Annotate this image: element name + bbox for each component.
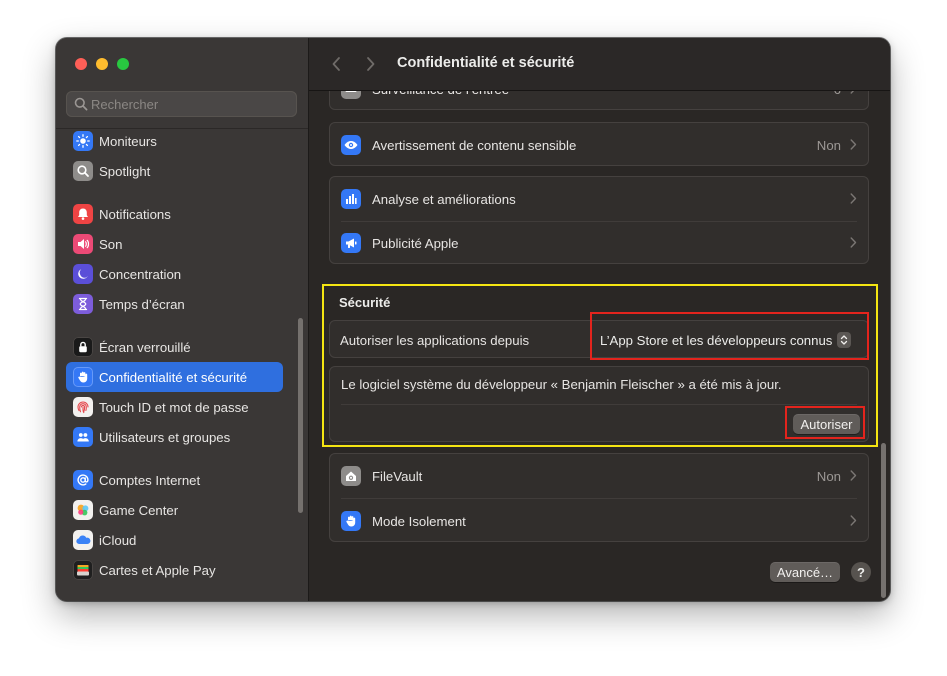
sidebar-item-label: Son <box>99 236 123 252</box>
chevron-right-icon <box>850 237 857 248</box>
search-icon <box>74 97 88 111</box>
sidebar: Moniteurs Spotlight Notifications <box>56 38 309 601</box>
sidebar-item-touch-id[interactable]: Touch ID et mot de passe <box>66 392 283 422</box>
traffic-lights <box>75 58 129 70</box>
sidebar-item-ecran-verrouille[interactable]: Écran verrouillé <box>66 332 283 362</box>
analytics-ads-card: Analyse et améliorations Publicité Apple <box>329 176 869 264</box>
sensitive-content-label: Avertissement de contenu sensible <box>372 137 577 153</box>
moon-icon <box>73 264 93 284</box>
sidebar-item-icloud[interactable]: iCloud <box>66 525 283 555</box>
sidebar-item-notifications[interactable]: Notifications <box>66 199 283 229</box>
sidebar-item-label: Moniteurs <box>99 133 157 149</box>
house-lock-icon <box>341 466 361 486</box>
speaker-icon <box>73 234 93 254</box>
sidebar-item-son[interactable]: Son <box>66 229 283 259</box>
help-button[interactable]: ? <box>851 562 871 582</box>
analytics-row[interactable]: Analyse et améliorations <box>330 177 868 221</box>
sidebar-item-label: Touch ID et mot de passe <box>99 399 249 415</box>
apple-ads-label: Publicité Apple <box>372 235 459 251</box>
sidebar-item-utilisateurs-groupes[interactable]: Utilisateurs et groupes <box>66 422 283 452</box>
sidebar-item-label: iCloud <box>99 532 137 548</box>
chevron-right-icon <box>850 470 857 481</box>
sidebar-item-temps-ecran[interactable]: Temps d’écran <box>66 289 283 319</box>
search-field[interactable] <box>66 91 297 117</box>
sidebar-item-comptes-internet[interactable]: Comptes Internet <box>66 465 283 495</box>
filevault-lockdown-card: FileVault Non Mode Isolement <box>329 453 869 542</box>
megaphone-icon <box>341 233 361 253</box>
at-icon <box>73 470 93 490</box>
users-icon <box>73 427 93 447</box>
sidebar-item-label: Cartes et Apple Pay <box>99 562 216 578</box>
wallet-icon <box>73 560 93 580</box>
sidebar-item-label: Utilisateurs et groupes <box>99 429 231 445</box>
advanced-button[interactable]: Avancé… <box>770 562 840 582</box>
zoom-window-button[interactable] <box>117 58 129 70</box>
chevron-right-icon <box>850 515 857 526</box>
sidebar-item-label: Game Center <box>99 502 179 518</box>
filevault-row[interactable]: FileVault Non <box>330 454 868 498</box>
hand-icon <box>73 367 93 387</box>
apple-ads-row[interactable]: Publicité Apple <box>330 221 868 263</box>
sensitive-content-row[interactable]: Avertissement de contenu sensible Non <box>330 123 868 165</box>
filevault-label: FileVault <box>372 468 423 484</box>
sidebar-item-cartes-apple-pay[interactable]: Cartes et Apple Pay <box>66 555 283 585</box>
cloud-icon <box>73 530 93 550</box>
sensitive-content-value: Non <box>816 137 841 153</box>
fingerprint-icon <box>73 397 93 417</box>
minimize-window-button[interactable] <box>96 58 108 70</box>
back-chevron-icon[interactable] <box>329 55 343 73</box>
sun-icon <box>73 131 93 151</box>
page-title: Confidentialité et sécurité <box>397 55 575 71</box>
bar-chart-icon <box>341 189 361 209</box>
sidebar-item-label: Concentration <box>99 266 182 282</box>
close-window-button[interactable] <box>75 58 87 70</box>
hand-raised-icon <box>341 511 361 531</box>
settings-window: Moniteurs Spotlight Notifications <box>56 38 890 601</box>
toolbar: Confidentialité et sécurité <box>309 38 890 91</box>
sidebar-item-concentration[interactable]: Concentration <box>66 259 283 289</box>
sidebar-item-label: Confidentialité et sécurité <box>99 369 248 385</box>
eye-icon <box>341 135 361 155</box>
analytics-label: Analyse et améliorations <box>372 191 516 207</box>
main-scrollbar[interactable] <box>881 443 886 598</box>
sidebar-item-label: Spotlight <box>99 163 151 179</box>
bell-icon <box>73 204 93 224</box>
forward-chevron-icon[interactable] <box>364 55 378 73</box>
sidebar-item-spotlight[interactable]: Spotlight <box>66 156 283 186</box>
sidebar-item-confidentialite-securite[interactable]: Confidentialité et sécurité <box>66 362 283 392</box>
highlight-box-red-popup <box>590 312 869 360</box>
sidebar-item-label: Notifications <box>99 206 171 222</box>
filevault-value: Non <box>816 468 841 484</box>
lockdown-mode-row[interactable]: Mode Isolement <box>330 499 868 541</box>
highlight-box-red-button <box>785 406 865 439</box>
gamecenter-icon <box>73 500 93 520</box>
sidebar-item-label: Temps d’écran <box>99 296 185 312</box>
magnifier-icon <box>73 161 93 181</box>
chevron-right-icon <box>850 193 857 204</box>
sidebar-item-game-center[interactable]: Game Center <box>66 495 283 525</box>
sidebar-item-moniteurs[interactable]: Moniteurs <box>66 126 283 156</box>
lockdown-mode-label: Mode Isolement <box>372 513 466 529</box>
sidebar-scrollbar[interactable] <box>298 318 303 513</box>
sensitive-content-card: Avertissement de contenu sensible Non <box>329 122 869 166</box>
main-pane: Surveillance de l’entrée 6 Confidentiali… <box>309 38 890 601</box>
sidebar-item-label: Comptes Internet <box>99 472 201 488</box>
sidebar-item-label: Écran verrouillé <box>99 339 191 355</box>
chevron-right-icon <box>850 139 857 150</box>
lock-icon <box>73 337 93 357</box>
search-input[interactable] <box>91 91 291 117</box>
hourglass-icon <box>73 294 93 314</box>
